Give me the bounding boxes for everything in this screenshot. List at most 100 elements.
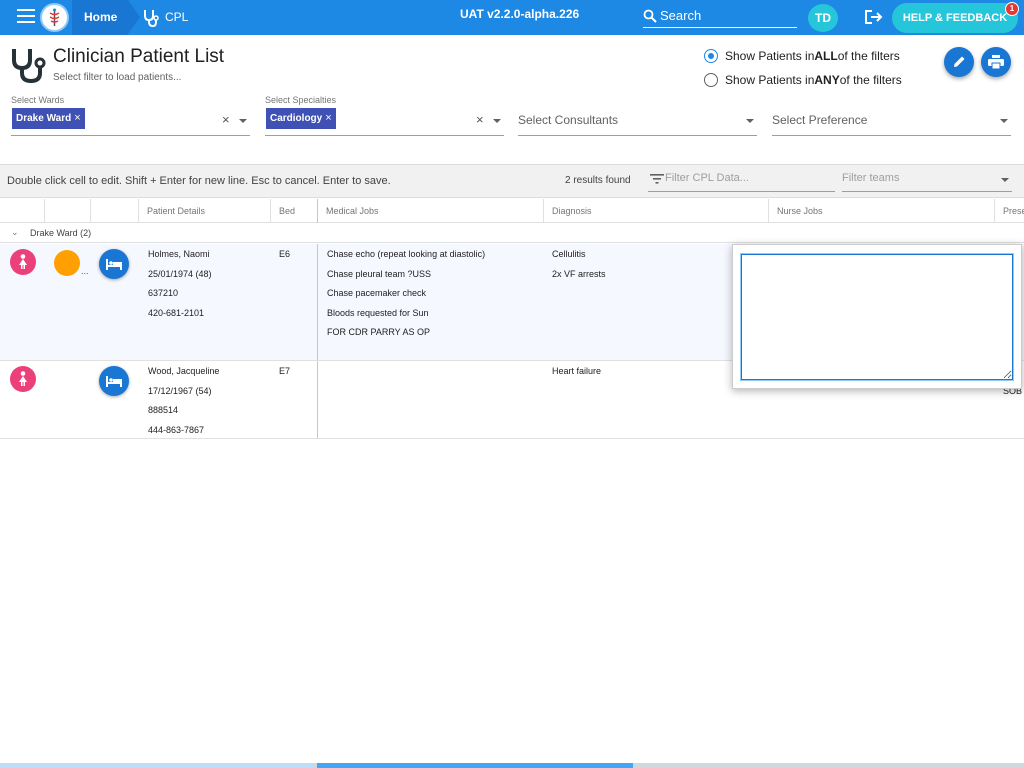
logout-icon[interactable] (864, 9, 884, 30)
column-header-diagnosis[interactable]: Diagnosis (543, 199, 768, 223)
breadcrumb-cpl[interactable]: CPL (142, 0, 188, 35)
ward-chip[interactable]: Drake Ward × (12, 108, 85, 129)
female-icon (10, 366, 36, 392)
diagnosis-cell[interactable]: Cellulitis 2x VF arrests (552, 245, 606, 284)
chip-remove-icon[interactable]: × (74, 112, 80, 124)
patient-name: Wood, Jacqueline (148, 366, 220, 376)
search-box[interactable]: Search (643, 4, 797, 28)
specialty-chip[interactable]: Cardiology × (266, 108, 336, 129)
chevron-down-icon[interactable] (239, 119, 247, 123)
patient-id: 637210 (148, 288, 179, 298)
radio-all-bold: ALL (814, 49, 838, 63)
page-title: Clinician Patient List (53, 46, 225, 67)
clear-icon[interactable]: × (476, 112, 484, 127)
patient-dob: 17/12/1967 (54) (148, 385, 212, 396)
radio-show-any[interactable]: Show Patients in ANY of the filters (704, 73, 902, 87)
chevron-down-icon[interactable] (493, 119, 501, 123)
bed-cell[interactable]: E7 (279, 362, 290, 382)
radio-all-suffix: of the filters (837, 49, 900, 63)
specialties-label: Select Specialties (265, 95, 337, 105)
overflow-ellipsis[interactable]: ... (81, 266, 89, 276)
cell-editor-textarea[interactable] (740, 253, 1014, 381)
radio-button-selected[interactable] (704, 49, 718, 63)
results-count: 2 results found (565, 175, 631, 186)
bed-icon[interactable] (99, 249, 129, 279)
column-header-blank[interactable] (90, 199, 138, 223)
female-icon (10, 249, 36, 275)
column-header-nurse-jobs[interactable]: Nurse Jobs (768, 199, 994, 223)
diagnosis-cell[interactable]: Heart failure (552, 362, 601, 382)
bed-cell[interactable]: E6 (279, 245, 290, 265)
search-icon (643, 9, 657, 23)
medical-job-item: Bloods requested for Sun (327, 307, 429, 318)
pinned-column-divider (317, 361, 318, 438)
bed-icon[interactable] (99, 366, 129, 396)
patient-phone: 420-681-2101 (148, 307, 205, 318)
printer-icon (988, 55, 1004, 69)
diagnosis-item: 2x VF arrests (552, 268, 606, 279)
clear-icon[interactable]: × (222, 112, 230, 127)
horizontal-scrollbar[interactable] (0, 763, 1024, 768)
search-label: Search (660, 8, 702, 23)
edit-hint: Double click cell to edit. Shift + Enter… (7, 175, 391, 187)
radio-all-prefix: Show Patients in (725, 49, 815, 63)
consultants-placeholder: Select Consultants (518, 113, 619, 127)
column-header-medical-jobs[interactable]: Medical Jobs (317, 199, 543, 223)
scrollbar-track-pinned[interactable] (0, 763, 313, 768)
breadcrumb-home[interactable]: Home (72, 0, 140, 35)
preference-placeholder: Select Preference (772, 113, 868, 127)
patient-details-cell[interactable]: Holmes, Naomi 25/01/1974 (48) 637210 420… (148, 245, 212, 323)
user-avatar[interactable]: TD (808, 4, 838, 32)
radio-any-suffix: of the filters (839, 73, 902, 87)
pencil-icon (954, 56, 965, 67)
radio-button-unselected[interactable] (704, 73, 718, 87)
chevron-down-icon[interactable] (1001, 178, 1009, 182)
patient-phone: 444-863-7867 (148, 424, 205, 435)
pinned-column-divider (317, 244, 318, 360)
diagnosis-item: Cellulitis (552, 249, 586, 259)
ward-chip-label: Drake Ward (16, 113, 72, 124)
group-row-drake-ward[interactable]: ⌄ Drake Ward (2) (0, 223, 1024, 243)
patient-id: 888514 (148, 405, 179, 415)
chip-remove-icon[interactable]: × (325, 112, 331, 124)
cell-editor-popup (732, 244, 1022, 389)
column-header-presenting[interactable]: Prese (994, 199, 1024, 223)
scrollbar-thumb[interactable] (317, 763, 633, 768)
preference-select[interactable]: Select Preference (772, 107, 1011, 136)
group-label: Drake Ward (2) (30, 228, 92, 238)
stethoscope-icon (144, 9, 159, 27)
patient-details-cell[interactable]: Wood, Jacqueline 17/12/1967 (54) 888514 … (148, 362, 219, 440)
filter-cpl-input[interactable]: Filter CPL Data... (648, 168, 835, 192)
top-app-bar: Home CPL UAT v2.2.0-alpha.226 Search TD … (0, 0, 1024, 35)
chevron-down-icon[interactable] (746, 119, 754, 123)
edit-button[interactable] (944, 47, 974, 77)
version-label: UAT v2.2.0-alpha.226 (460, 7, 580, 21)
chevron-down-icon[interactable] (1000, 119, 1008, 123)
column-header-blank[interactable] (44, 199, 90, 223)
wards-select[interactable]: Drake Ward × × (11, 107, 250, 136)
radio-any-prefix: Show Patients in (725, 73, 815, 87)
alert-status-icon[interactable] (54, 250, 80, 276)
print-button[interactable] (981, 47, 1011, 77)
medical-job-item: Chase echo (repeat looking at diastolic) (327, 249, 486, 259)
specialty-chip-label: Cardiology (270, 113, 323, 124)
notification-badge: 1 (1005, 2, 1019, 16)
app-logo[interactable] (40, 3, 69, 32)
specialties-select[interactable]: Cardiology × × (265, 107, 504, 136)
radio-show-all[interactable]: Show Patients in ALL of the filters (704, 49, 900, 63)
hamburger-menu-icon[interactable] (17, 9, 35, 25)
patient-name: Holmes, Naomi (148, 249, 210, 259)
help-feedback-button[interactable]: HELP & FEEDBACK 1 (892, 2, 1019, 33)
medical-job-item: Chase pleural team ?USS (327, 268, 432, 279)
column-header-bed[interactable]: Bed (270, 199, 317, 223)
filter-icon (650, 174, 664, 184)
diagnosis-item: Heart failure (552, 366, 602, 376)
filter-teams-placeholder: Filter teams (842, 172, 900, 184)
filter-teams-select[interactable]: Filter teams (842, 168, 1012, 192)
column-header-patient-details[interactable]: Patient Details (138, 199, 270, 223)
consultants-select[interactable]: Select Consultants (518, 107, 757, 136)
medical-jobs-cell[interactable]: Chase echo (repeat looking at diastolic)… (327, 245, 485, 343)
chevron-down-icon[interactable]: ⌄ (11, 227, 19, 238)
radio-any-bold: ANY (814, 73, 840, 87)
medical-job-item: FOR CDR PARRY AS OP (327, 327, 431, 337)
